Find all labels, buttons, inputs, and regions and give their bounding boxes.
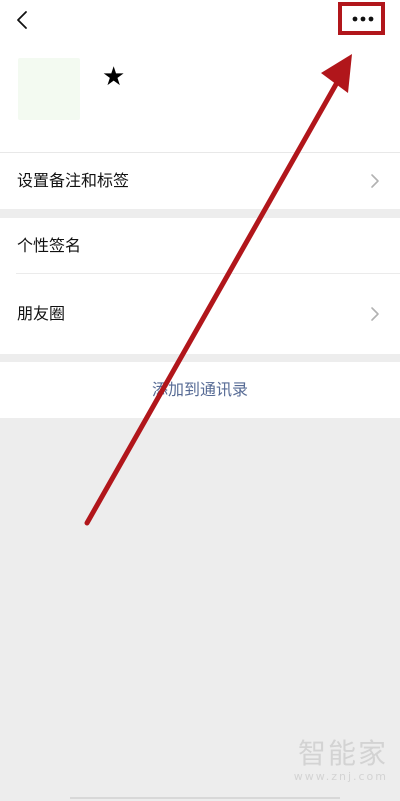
- profile-header: ★: [0, 44, 400, 152]
- chevron-right-icon: [371, 307, 379, 321]
- back-button[interactable]: [8, 6, 36, 34]
- row-label-signature: 个性签名: [17, 236, 82, 255]
- contact-profile-page: ★ 设置备注和标签 个性签名 朋友圈 添加到通讯录 智能家 www.znj.co…: [0, 0, 400, 801]
- add-contact-card: 添加到通讯录: [0, 362, 400, 418]
- watermark-brand: 智能家: [297, 737, 388, 770]
- divider: [16, 273, 400, 274]
- more-button-highlight-box: [338, 2, 385, 35]
- info-card: 个性签名 朋友圈: [0, 218, 400, 354]
- watermark: 智能家 www.znj.com: [294, 738, 388, 784]
- row-label-moments: 朋友圈: [17, 304, 66, 323]
- watermark-url: www.znj.com: [293, 770, 388, 783]
- home-indicator: [70, 797, 340, 799]
- row-remark-tags[interactable]: 设置备注和标签: [0, 153, 400, 209]
- avatar[interactable]: [18, 58, 80, 120]
- row-label-remark-tags: 设置备注和标签: [17, 171, 130, 190]
- top-bar: [0, 0, 400, 44]
- star-icon: ★: [102, 62, 126, 92]
- chevron-right-icon: [371, 174, 379, 188]
- remark-tags-card: 设置备注和标签: [0, 153, 400, 209]
- add-to-contacts-button[interactable]: 添加到通讯录: [0, 362, 400, 418]
- row-signature: 个性签名: [0, 218, 400, 274]
- row-moments[interactable]: 朋友圈: [0, 286, 400, 342]
- chevron-left-icon: [17, 11, 27, 29]
